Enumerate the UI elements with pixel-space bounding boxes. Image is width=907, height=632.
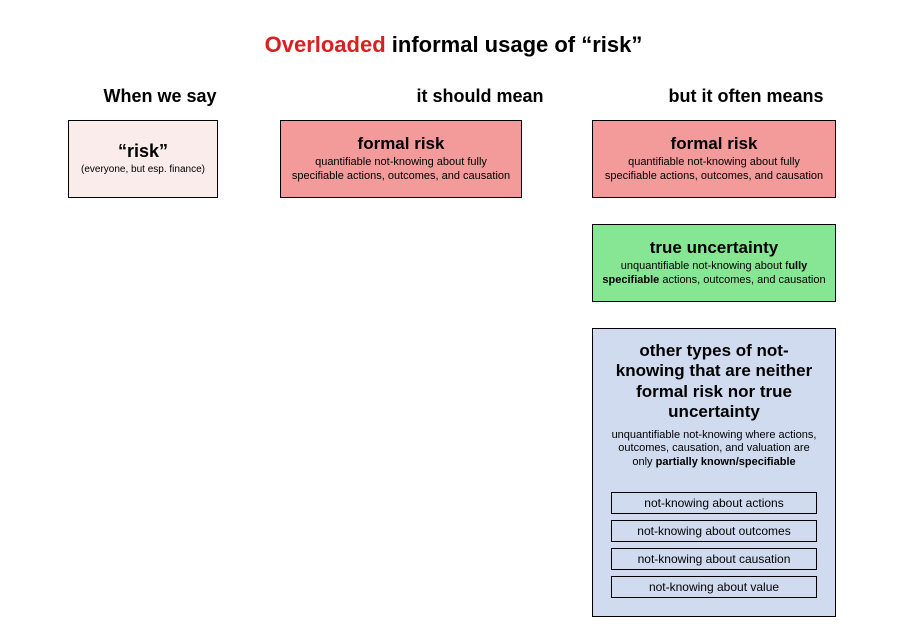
box-other-not-knowing: other types of not-knowing that are neit…	[592, 328, 836, 617]
column-headers: When we say it should mean but it often …	[0, 86, 907, 107]
box-risk-title: “risk”	[77, 141, 209, 162]
box-formal-often-title: formal risk	[601, 134, 827, 154]
title-overloaded: Overloaded	[265, 32, 386, 57]
box-formal-risk-should: formal risk quantifiable not-knowing abo…	[280, 120, 522, 198]
page-title: Overloaded informal usage of “risk”	[0, 0, 907, 58]
box-uncertainty-sub: unquantifiable not-knowing about fully s…	[601, 260, 827, 288]
column-should-mean: formal risk quantifiable not-knowing abo…	[280, 120, 522, 198]
box-formal-sub: quantifiable not-knowing about fully spe…	[289, 156, 513, 184]
other-sub-bold: partially known/specifiable	[656, 456, 796, 468]
header-often-means: but it often means	[645, 86, 847, 107]
subitem-outcomes: not-knowing about outcomes	[611, 520, 817, 542]
header-when-we-say: When we say	[60, 86, 260, 107]
other-sublist: not-knowing about actions not-knowing ab…	[611, 492, 817, 598]
box-formal-risk-often: formal risk quantifiable not-knowing abo…	[592, 120, 836, 198]
uncertainty-sub-pre: unquantifiable not-knowing about f	[621, 260, 789, 272]
box-risk-sub: (everyone, but esp. finance)	[77, 164, 209, 177]
box-other-sub: unquantifiable not-knowing where actions…	[611, 429, 817, 470]
box-true-uncertainty: true uncertainty unquantifiable not-know…	[592, 224, 836, 302]
box-uncertainty-title: true uncertainty	[601, 238, 827, 258]
box-formal-often-sub: quantifiable not-knowing about fully spe…	[601, 156, 827, 184]
subitem-causation: not-knowing about causation	[611, 548, 817, 570]
header-should-mean: it should mean	[330, 86, 630, 107]
column-often-means: formal risk quantifiable not-knowing abo…	[592, 120, 836, 617]
box-risk: “risk” (everyone, but esp. finance)	[68, 120, 218, 198]
column-when-we-say: “risk” (everyone, but esp. finance)	[68, 120, 218, 198]
title-rest: informal usage of “risk”	[386, 32, 643, 57]
subitem-actions: not-knowing about actions	[611, 492, 817, 514]
box-other-title: other types of not-knowing that are neit…	[611, 341, 817, 423]
uncertainty-sub-post: actions, outcomes, and causation	[659, 274, 825, 286]
box-formal-title: formal risk	[289, 134, 513, 154]
subitem-value: not-knowing about value	[611, 576, 817, 598]
